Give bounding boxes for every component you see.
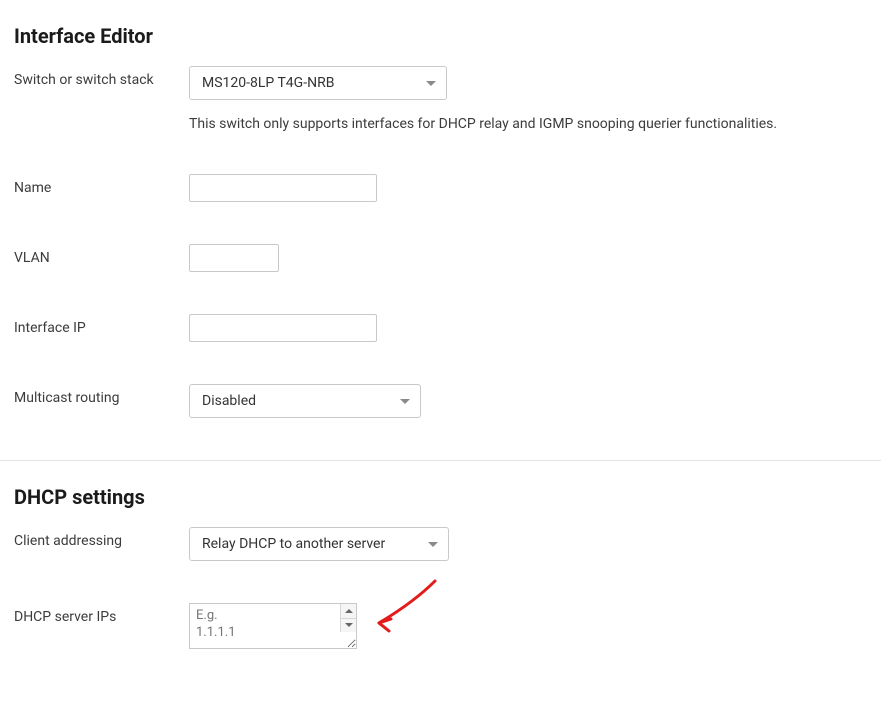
dhcp-settings-title: DHCP settings (14, 485, 867, 509)
interface-ip-label: Interface IP (14, 314, 189, 336)
chevron-down-icon (345, 623, 353, 627)
interface-editor-title: Interface Editor (14, 24, 867, 48)
stepper-up-button[interactable] (340, 604, 356, 619)
client-addressing-label: Client addressing (14, 527, 189, 549)
dhcp-server-ips-input[interactable] (189, 603, 357, 649)
switch-label: Switch or switch stack (14, 66, 189, 88)
section-divider (0, 460, 881, 461)
dhcp-server-ips-label: DHCP server IPs (14, 603, 189, 625)
name-input[interactable] (189, 174, 377, 202)
switch-select[interactable]: MS120-8LP T4G-NRB (189, 66, 447, 100)
vlan-label: VLAN (14, 244, 189, 266)
interface-ip-input[interactable] (189, 314, 377, 342)
multicast-routing-value: Disabled (202, 393, 256, 409)
switch-select-value: MS120-8LP T4G-NRB (202, 75, 334, 91)
name-label: Name (14, 174, 189, 196)
multicast-routing-label: Multicast routing (14, 384, 189, 406)
multicast-routing-select[interactable]: Disabled (189, 384, 421, 418)
stepper-down-button[interactable] (340, 619, 356, 633)
chevron-down-icon (426, 81, 436, 86)
arrow-annotation-icon (367, 575, 447, 655)
chevron-up-icon (345, 609, 353, 613)
client-addressing-value: Relay DHCP to another server (202, 536, 385, 552)
switch-helper-text: This switch only supports interfaces for… (189, 116, 867, 132)
chevron-down-icon (400, 399, 410, 404)
vlan-input[interactable] (189, 244, 279, 272)
chevron-down-icon (428, 542, 438, 547)
client-addressing-select[interactable]: Relay DHCP to another server (189, 527, 449, 561)
